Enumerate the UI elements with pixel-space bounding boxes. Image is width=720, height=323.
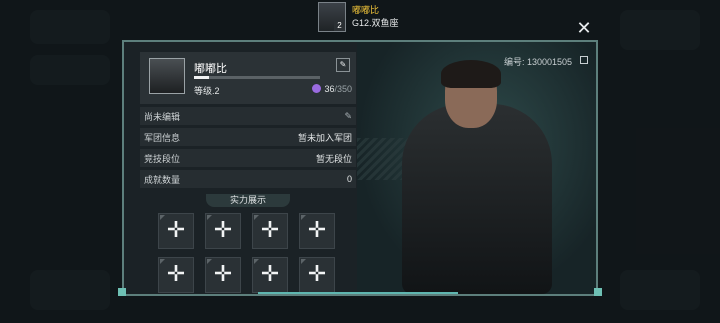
profile-column: 嘟嘟比 等级.2 ✎ 36/350 尚未编辑 ✎ 军团信息 暂未加入军团 竞技段… [140, 52, 356, 314]
showcase-slot[interactable]: ✛ [299, 213, 335, 249]
panel-accent-line [258, 292, 458, 294]
player-name: 嘟嘟比 [194, 63, 227, 75]
plus-icon: ✛ [166, 261, 186, 286]
player-id: 编号: 130001505 [503, 57, 572, 67]
top-player-chip: 2 嘟嘟比 G12.双鱼座 [318, 0, 399, 34]
panel-corner [118, 288, 126, 296]
strength-showcase: 实力展示 ✛ ✛ ✛ ✛ ✛ ✛ ✛ ✛ [140, 194, 356, 314]
legion-value: 暂未加入军团 [297, 132, 352, 143]
profile-panel: 编号: 130001505 嘟嘟比 等级.2 ✎ 36/350 尚未编辑 ✎ 军… [122, 40, 598, 296]
top-player-name: 嘟嘟比 [352, 5, 380, 15]
panel-corner [594, 288, 602, 296]
edit-name-button[interactable]: ✎ [336, 58, 350, 72]
legion-row: 军团信息 暂未加入军团 [140, 128, 356, 146]
copy-icon[interactable] [580, 56, 588, 64]
plus-icon: ✛ [307, 217, 327, 242]
xp-bar-fill [194, 76, 210, 79]
signature-row[interactable]: 尚未编辑 ✎ [140, 107, 356, 125]
plus-icon: ✛ [307, 261, 327, 286]
character-hair [441, 60, 501, 88]
achievement-row: 成就数量 0 [140, 170, 356, 188]
pencil-icon[interactable]: ✎ [344, 111, 352, 122]
showcase-slot[interactable]: ✛ [252, 257, 288, 293]
xp-bar [194, 76, 320, 79]
character-body [402, 104, 552, 294]
top-player-subtitle: G12.双鱼座 [352, 18, 399, 28]
rank-row: 竞技段位 暂无段位 [140, 149, 356, 167]
plus-icon: ✛ [260, 217, 280, 242]
plus-icon: ✛ [213, 217, 233, 242]
showcase-slot[interactable]: ✛ [299, 257, 335, 293]
energy-current: 36 [324, 84, 335, 94]
plus-icon: ✛ [166, 217, 186, 242]
plus-icon: ✛ [260, 261, 280, 286]
achievement-value: 0 [346, 174, 352, 184]
showcase-slot[interactable]: ✛ [252, 213, 288, 249]
close-icon[interactable]: ✕ [576, 19, 592, 37]
profile-card: 嘟嘟比 等级.2 ✎ 36/350 [140, 52, 356, 104]
achievement-label: 成就数量 [144, 174, 181, 185]
rank-value: 暂无段位 [315, 153, 352, 164]
character-portrait: 编号: 130001505 [357, 42, 596, 294]
level-label: 等级.2 [194, 86, 220, 96]
showcase-title: 实力展示 [206, 194, 290, 207]
showcase-slot[interactable]: ✛ [205, 257, 241, 293]
avatar[interactable] [149, 58, 185, 94]
energy-counter: 36/350 [312, 84, 352, 94]
top-avatar-level: 2 [334, 21, 345, 31]
showcase-slot[interactable]: ✛ [158, 257, 194, 293]
plus-icon: ✛ [213, 261, 233, 286]
showcase-slot[interactable]: ✛ [158, 213, 194, 249]
energy-max: /350 [334, 84, 352, 94]
top-player-names: 嘟嘟比 G12.双鱼座 [352, 4, 399, 30]
signature-label: 尚未编辑 [144, 111, 181, 122]
top-avatar: 2 [318, 2, 346, 32]
showcase-slot[interactable]: ✛ [205, 213, 241, 249]
rank-label: 竞技段位 [144, 153, 181, 164]
energy-icon [312, 84, 322, 93]
legion-label: 军团信息 [144, 132, 181, 143]
